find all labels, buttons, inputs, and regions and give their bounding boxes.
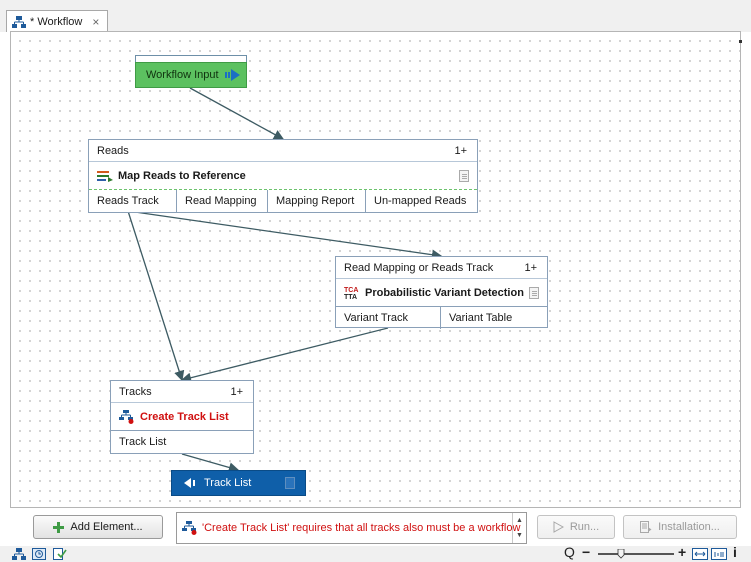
info-icon[interactable]: i — [733, 544, 737, 560]
message-scroller[interactable]: ▲ ▼ — [512, 513, 526, 543]
connector-reads-track-to-tracks — [127, 210, 185, 382]
variant-detection-icon: TCA TTA — [344, 287, 358, 300]
zoom-100-icon[interactable] — [711, 548, 727, 560]
map-reads-outputs: Reads Track Read Mapping Mapping Report … — [89, 190, 477, 212]
validation-view-icon[interactable] — [53, 548, 67, 560]
installation-label: Installation... — [658, 521, 720, 533]
output-reads-track[interactable]: Reads Track — [89, 190, 177, 212]
validation-message-text: 'Create Track List' requires that all tr… — [202, 522, 521, 534]
create-track-list-element[interactable]: Tracks 1+ Create Track List Track List — [110, 380, 254, 454]
add-element-button[interactable]: Add Element... — [33, 515, 163, 539]
document-icon[interactable] — [529, 286, 539, 299]
variant-input[interactable]: Read Mapping or Reads Track 1+ — [336, 257, 547, 279]
output-track-list[interactable]: Track List — [111, 431, 253, 453]
output-variant-track[interactable]: Variant Track — [336, 307, 441, 329]
input-arrow-icon — [224, 69, 240, 81]
installation-icon — [640, 521, 652, 533]
output-read-mapping[interactable]: Read Mapping — [177, 190, 268, 212]
variant-input-count: 1+ — [524, 261, 537, 274]
tracks-input-count: 1+ — [230, 385, 243, 398]
play-icon — [553, 521, 564, 533]
track-list-name: Create Track List — [140, 410, 229, 423]
add-element-label: Add Element... — [70, 521, 143, 533]
connector-variant-track-to-tracks — [180, 327, 389, 383]
zoom-tool-icon[interactable]: Q — [564, 544, 575, 560]
document-icon[interactable] — [285, 477, 295, 489]
document-icon[interactable] — [459, 169, 469, 182]
map-reads-name: Map Reads to Reference — [118, 169, 246, 182]
workflow-input-label: Workflow Input — [146, 69, 219, 81]
chevron-down-icon[interactable]: ▼ — [516, 532, 523, 539]
workflow-error-icon — [182, 521, 197, 535]
map-reads-title[interactable]: Map Reads to Reference — [89, 162, 477, 190]
variant-title[interactable]: TCA TTA Probabilistic Variant Detection — [336, 279, 547, 307]
variant-input-label: Read Mapping or Reads Track — [344, 261, 494, 274]
map-reads-input-label: Reads — [97, 144, 129, 157]
workflow-input-element[interactable]: Workflow Input — [135, 55, 247, 88]
workflow-input-body[interactable]: Workflow Input — [135, 62, 247, 88]
workflow-input-header — [135, 55, 247, 62]
map-reads-input-count: 1+ — [454, 144, 467, 157]
output-unmapped-reads[interactable]: Un-mapped Reads — [366, 190, 477, 212]
tracks-input-label: Tracks — [119, 385, 152, 398]
output-arrow-icon — [184, 478, 195, 488]
plus-icon — [53, 521, 65, 533]
track-list-title[interactable]: Create Track List — [111, 403, 253, 431]
variant-detection-element[interactable]: Read Mapping or Reads Track 1+ TCA TTA P… — [335, 256, 548, 329]
map-reads-input[interactable]: Reads 1+ — [89, 140, 477, 162]
variant-outputs: Variant Track Variant Table — [336, 307, 547, 329]
zoom-slider[interactable] — [598, 549, 674, 559]
map-reads-element[interactable]: Reads 1+ Map Reads to Reference Reads Tr… — [88, 139, 478, 213]
fit-width-icon[interactable] — [692, 548, 708, 560]
zoom-slider-thumb — [617, 549, 625, 559]
chevron-up-icon[interactable]: ▲ — [516, 517, 523, 524]
run-button[interactable]: Run... — [537, 515, 615, 539]
connector-input-to-reads — [189, 87, 285, 140]
installation-button[interactable]: Installation... — [623, 515, 737, 539]
zoom-out-icon[interactable]: − — [582, 544, 590, 560]
create-track-list-icon — [119, 409, 134, 424]
map-reads-icon — [97, 170, 113, 182]
svg-text:TCA: TCA — [344, 287, 358, 294]
workflow-output-element[interactable]: Track List — [171, 470, 306, 496]
run-label: Run... — [569, 521, 600, 533]
workflow-view-icon[interactable] — [12, 548, 26, 560]
connector-track-list-to-output — [181, 453, 240, 473]
history-view-icon[interactable] — [32, 548, 46, 560]
output-mapping-report[interactable]: Mapping Report — [268, 190, 366, 212]
variant-name: Probabilistic Variant Detection — [365, 286, 524, 299]
svg-text:TTA: TTA — [344, 294, 357, 300]
track-list-outputs: Track List — [111, 431, 253, 453]
connector-reads-track-to-variant — [127, 210, 443, 260]
tracks-input[interactable]: Tracks 1+ — [111, 381, 253, 403]
validation-message: 'Create Track List' requires that all tr… — [176, 512, 527, 544]
workflow-output-label: Track List — [204, 477, 252, 489]
output-variant-table[interactable]: Variant Table — [441, 307, 547, 329]
zoom-in-icon[interactable]: + — [678, 544, 686, 560]
